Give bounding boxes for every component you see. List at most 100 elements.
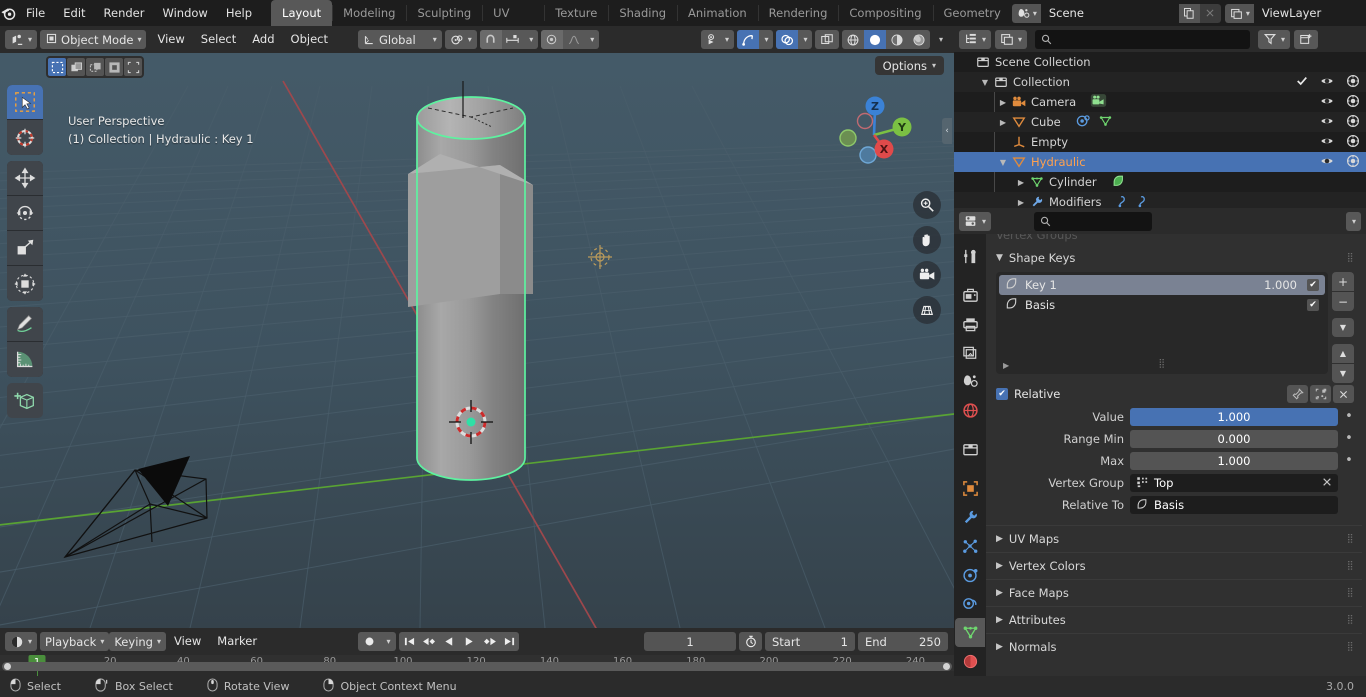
play-icon[interactable] (459, 632, 479, 651)
scene-tab-icon[interactable] (955, 367, 985, 396)
chevron-down-icon[interactable]: ▼ (996, 158, 1010, 167)
editor-type-selector[interactable]: ▾ (5, 30, 38, 49)
outliner-row-camera[interactable]: ▶ Camera (954, 92, 1366, 112)
transform-tool-icon[interactable] (7, 266, 43, 301)
gizmo-icon[interactable] (736, 30, 759, 49)
jump-to-prev-keyframe-icon[interactable] (419, 632, 439, 651)
snap-caret[interactable]: ▾ (524, 30, 538, 49)
panel-drag-grip[interactable]: ⣿ (1347, 642, 1354, 652)
measure-tool-icon[interactable] (7, 342, 43, 377)
scene-icon[interactable]: ▾ (1011, 3, 1041, 23)
properties-content[interactable]: Vertex Groups ▼ Shape Keys ⣿ Key 1 1.000 ✔… (986, 234, 1366, 676)
gizmo-controls[interactable]: ▾ (736, 30, 773, 49)
outliner-id-type-icon[interactable]: ▾ (995, 29, 1028, 49)
workspace-tab-texture-paint[interactable]: Texture Paint (544, 0, 608, 47)
close-icon[interactable] (1333, 385, 1354, 403)
add-shapekey-icon[interactable]: + (1332, 272, 1354, 291)
panel-header-uv-maps[interactable]: ▶ UV Maps ⣿ (986, 525, 1362, 552)
animate-property-icon[interactable]: • (1344, 454, 1354, 467)
outliner-row-cylinder[interactable]: ▶ Cylinder (954, 172, 1366, 192)
disable-in-renders-icon[interactable] (1346, 134, 1360, 151)
box-select-icon[interactable] (67, 58, 85, 76)
tool-tab-icon[interactable] (955, 242, 985, 271)
material-preview-shading-icon[interactable] (886, 30, 908, 49)
scene-unlink-button[interactable] (1199, 3, 1221, 23)
pivot-point-selector[interactable]: ▾ (444, 30, 477, 49)
viewport-shading-modes[interactable] (841, 30, 930, 49)
remove-shapekey-icon[interactable]: − (1332, 292, 1354, 311)
closed-panels-list[interactable]: ▶ UV Maps ⣿ ▶ Vertex Colors ⣿ ▶ Face Maps ⣿ ▶ Attr… (986, 525, 1362, 660)
move-up-icon[interactable]: ▲ (1332, 344, 1354, 363)
collection-tab-icon[interactable] (955, 435, 985, 464)
xray-toggle-icon[interactable] (814, 30, 839, 49)
panel-drag-grip[interactable]: ⣿ (1347, 588, 1354, 598)
keying-caret[interactable]: ▾ (380, 632, 396, 651)
workspace-tab-animation[interactable]: Animation (677, 0, 758, 26)
disable-in-renders-icon[interactable] (1346, 114, 1360, 131)
record-keying-icon[interactable] (358, 632, 380, 651)
viewport-menu-add[interactable]: Add (244, 30, 282, 49)
3d-viewport[interactable]: ▾ Object Mode ▾ View Select Add Object Glob… (0, 26, 954, 628)
outliner-row-collection[interactable]: ▼ Collection (954, 72, 1366, 92)
hide-in-viewport-icon[interactable] (1320, 114, 1334, 131)
menu-help[interactable]: Help (217, 3, 261, 23)
relative-field-value[interactable]: 1.000 (1130, 408, 1338, 426)
edit-mode-display-icon[interactable] (1310, 385, 1331, 403)
snap-magnet-icon[interactable] (479, 30, 502, 49)
pan-hand-icon[interactable] (913, 226, 941, 254)
camera-view-icon[interactable] (913, 261, 941, 289)
relative-field-value[interactable]: 0.000 (1130, 430, 1338, 448)
playback-transport[interactable] (399, 632, 520, 651)
modifier-icon[interactable] (1075, 114, 1091, 131)
viewport-menu-select[interactable]: Select (193, 30, 244, 49)
workspace-tab-compositing[interactable]: Compositing (838, 0, 932, 26)
object-visibility-selector[interactable]: ▾ (700, 30, 734, 49)
panel-header-vertex-colors[interactable]: ▶ Vertex Colors ⣿ (986, 552, 1362, 579)
relative-field-value[interactable]: 1.000 (1130, 452, 1338, 470)
start-frame-field[interactable]: Start 1 (765, 632, 855, 651)
camera-data-icon[interactable] (1090, 93, 1107, 111)
outliner-row-scene-collection[interactable]: Scene Collection (954, 52, 1366, 72)
object-tab-icon[interactable] (955, 474, 985, 503)
shapekey-specials-icon[interactable]: ▼ (1332, 318, 1354, 337)
circle-select-icon[interactable] (86, 58, 104, 76)
pin-icon[interactable] (1287, 385, 1308, 403)
viewlayer-name-field[interactable]: ViewLayer (1253, 3, 1366, 23)
viewport-menu-view[interactable]: View (149, 30, 192, 49)
clear-vertex-group-icon[interactable] (1322, 476, 1332, 490)
constraints-tab-icon[interactable] (955, 589, 985, 618)
move-down-icon[interactable]: ▼ (1332, 364, 1354, 383)
animate-property-icon[interactable]: • (1344, 432, 1354, 445)
physics-tab-icon[interactable] (955, 561, 985, 590)
disable-in-renders-icon[interactable] (1346, 154, 1360, 171)
snap-controls[interactable]: ▾ (479, 30, 538, 49)
lasso-select-icon[interactable] (105, 58, 123, 76)
solid-shading-icon[interactable] (863, 30, 886, 49)
shape-key-mute-checkbox[interactable]: ✔ (1307, 299, 1319, 311)
use-preview-range-icon[interactable] (739, 632, 762, 651)
disable-in-renders-icon[interactable] (1346, 94, 1360, 111)
menu-edit[interactable]: Edit (54, 3, 94, 23)
chevron-right-icon[interactable]: ▶ (1014, 178, 1028, 187)
menu-window[interactable]: Window (153, 3, 216, 23)
blender-logo-icon[interactable] (0, 0, 17, 26)
rotate-tool-icon[interactable] (7, 196, 43, 231)
viewport-toolbar[interactable] (7, 85, 43, 424)
scene-selector[interactable]: ▾ Scene (1011, 3, 1221, 23)
properties-editor[interactable]: ▾ ▾ Vertex Groups ▼ Shape Keys ⣿ Key 1 1.… (954, 208, 1366, 676)
relative-checkbox[interactable]: ✔ (996, 388, 1008, 400)
move-tool-icon[interactable] (7, 161, 43, 196)
auto-keying-controls[interactable]: ▾ (358, 632, 397, 651)
extend-select-icon[interactable] (124, 58, 142, 76)
shape-key-mute-checkbox[interactable]: ✔ (1307, 279, 1319, 291)
navigation-gizmo[interactable]: Z Y X (832, 89, 916, 173)
viewlayer-selector[interactable]: ▾ ViewLayer (1224, 3, 1366, 23)
world-tab-icon[interactable] (955, 396, 985, 425)
shape-key-item[interactable]: Key 1 1.000 ✔ (999, 275, 1325, 295)
timeline-menu-keying[interactable]: Keying ▾ (109, 632, 166, 651)
workspace-tab-rendering[interactable]: Rendering (757, 0, 839, 26)
shape-keys-side-buttons[interactable]: + − ▼ ▲ ▼ (1332, 272, 1354, 383)
vertex-group-field[interactable]: Top (1130, 474, 1338, 492)
tweak-tool-icon[interactable] (7, 85, 43, 120)
properties-tab-column[interactable] (954, 234, 986, 676)
